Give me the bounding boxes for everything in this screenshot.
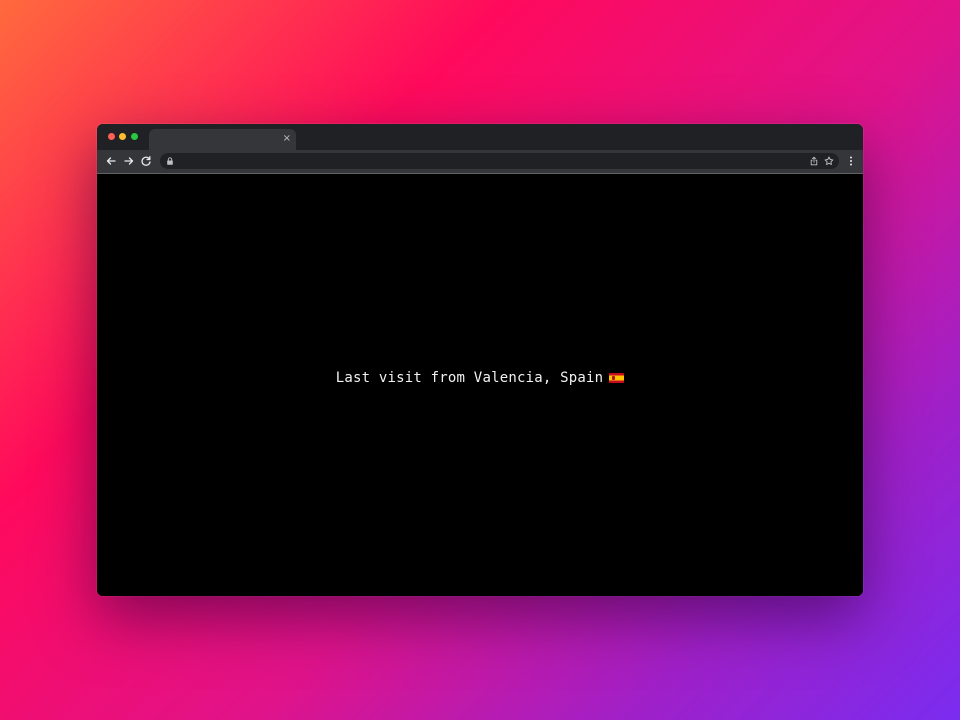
tab-close-icon[interactable]: × bbox=[283, 132, 291, 146]
address-bar[interactable] bbox=[160, 153, 839, 169]
maximize-window-button[interactable] bbox=[131, 133, 138, 140]
menu-icon[interactable] bbox=[847, 155, 855, 167]
back-arrow-icon[interactable] bbox=[105, 155, 117, 167]
browser-toolbar bbox=[97, 150, 863, 174]
title-bar: × bbox=[97, 124, 863, 150]
minimize-window-button[interactable] bbox=[119, 133, 126, 140]
lock-icon[interactable] bbox=[166, 157, 174, 165]
reload-icon[interactable] bbox=[140, 155, 152, 167]
share-icon[interactable] bbox=[809, 156, 819, 166]
bookmark-star-icon[interactable] bbox=[824, 156, 834, 166]
page-content: Last visit from Valencia, Spain bbox=[97, 174, 863, 596]
last-visit-message: Last visit from Valencia, Spain bbox=[97, 370, 863, 386]
close-window-button[interactable] bbox=[108, 133, 115, 140]
browser-tab[interactable]: × bbox=[149, 129, 296, 150]
browser-window: × Last visit from Valencia, Spain bbox=[97, 124, 863, 596]
forward-arrow-icon[interactable] bbox=[123, 155, 135, 167]
last-visit-text: Last visit from Valencia, Spain bbox=[335, 370, 604, 386]
spain-flag-icon bbox=[609, 373, 625, 383]
